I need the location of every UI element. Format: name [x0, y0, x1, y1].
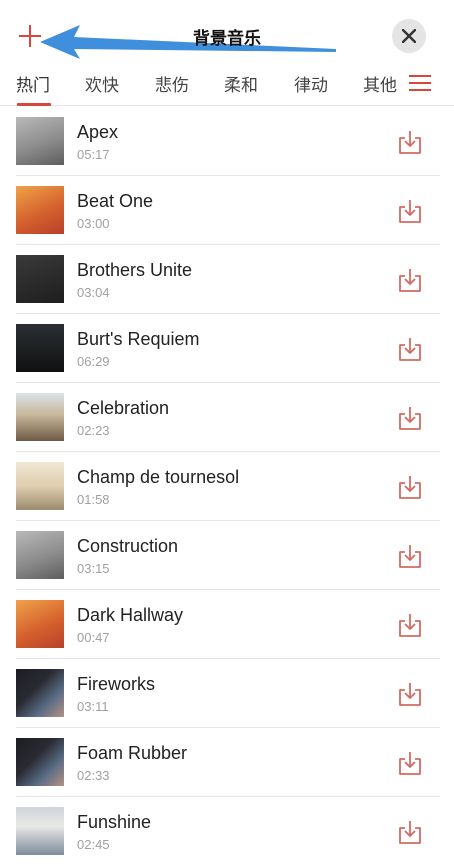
- close-button[interactable]: [392, 19, 426, 53]
- album-cover: [16, 324, 64, 372]
- tab-sad[interactable]: 悲伤: [155, 71, 189, 96]
- download-icon[interactable]: [397, 198, 423, 224]
- download-icon[interactable]: [397, 336, 423, 362]
- download-icon[interactable]: [397, 405, 423, 431]
- tab-soft[interactable]: 柔和: [224, 71, 258, 96]
- song-row[interactable]: Funshine 02:45: [0, 797, 454, 866]
- album-cover: [16, 186, 64, 234]
- page-title: 背景音乐: [193, 29, 261, 49]
- top-bar: 背景音乐: [0, 0, 454, 62]
- song-row[interactable]: Brothers Unite 03:04: [0, 245, 454, 314]
- song-title: Construction: [77, 536, 179, 556]
- download-icon[interactable]: [397, 129, 423, 155]
- album-cover: [16, 738, 64, 786]
- song-title: Dark Hallway: [77, 605, 184, 625]
- song-duration: 01:58: [77, 492, 110, 507]
- song-duration: 02:33: [77, 768, 110, 783]
- album-cover: [16, 117, 64, 165]
- song-row[interactable]: Burt's Requiem 06:29: [0, 314, 454, 383]
- song-title: Brothers Unite: [77, 260, 193, 280]
- album-cover: [16, 669, 64, 717]
- download-icon[interactable]: [397, 819, 423, 845]
- song-title: Burt's Requiem: [77, 329, 200, 349]
- album-cover: [16, 255, 64, 303]
- hamburger-menu-icon[interactable]: [409, 74, 431, 92]
- song-duration: 03:00: [77, 216, 110, 231]
- album-cover: [16, 462, 64, 510]
- download-icon[interactable]: [397, 612, 423, 638]
- song-title: Apex: [77, 122, 119, 142]
- song-duration: 03:04: [77, 285, 110, 300]
- song-duration: 02:45: [77, 837, 110, 852]
- download-icon[interactable]: [397, 750, 423, 776]
- song-title: Fireworks: [77, 674, 156, 694]
- album-cover: [16, 600, 64, 648]
- song-duration: 03:11: [77, 699, 109, 714]
- download-icon[interactable]: [397, 543, 423, 569]
- song-row[interactable]: Dark Hallway 00:47: [0, 590, 454, 659]
- song-row[interactable]: Beat One 03:00: [0, 176, 454, 245]
- song-title: Foam Rubber: [77, 743, 188, 763]
- album-cover: [16, 807, 64, 855]
- song-duration: 02:23: [77, 423, 110, 438]
- song-title: Celebration: [77, 398, 170, 418]
- song-row[interactable]: Foam Rubber 02:33: [0, 728, 454, 797]
- song-duration: 03:15: [77, 561, 110, 576]
- close-icon: [402, 29, 416, 43]
- tab-cheerful[interactable]: 欢快: [85, 71, 119, 96]
- song-row[interactable]: Apex 05:17: [0, 107, 454, 176]
- tab-other[interactable]: 其他: [363, 71, 397, 96]
- album-cover: [16, 393, 64, 441]
- category-tabs: 热门 欢快 悲伤 柔和 律动 其他: [0, 62, 454, 106]
- song-duration: 00:47: [77, 630, 110, 645]
- song-duration: 05:17: [77, 147, 110, 162]
- album-cover: [16, 531, 64, 579]
- song-title: Funshine: [77, 812, 152, 832]
- song-row[interactable]: Construction 03:15: [0, 521, 454, 590]
- song-title: Champ de tournesol: [77, 467, 240, 487]
- song-title: Beat One: [77, 191, 154, 211]
- tab-hot[interactable]: 热门: [16, 71, 50, 96]
- download-icon[interactable]: [397, 474, 423, 500]
- download-icon[interactable]: [397, 681, 423, 707]
- song-duration: 06:29: [77, 354, 110, 369]
- song-row[interactable]: Fireworks 03:11: [0, 659, 454, 728]
- song-row[interactable]: Champ de tournesol 01:58: [0, 452, 454, 521]
- tab-rhythm[interactable]: 律动: [294, 71, 328, 96]
- active-tab-indicator: [17, 103, 51, 106]
- download-icon[interactable]: [397, 267, 423, 293]
- song-row[interactable]: Celebration 02:23: [0, 383, 454, 452]
